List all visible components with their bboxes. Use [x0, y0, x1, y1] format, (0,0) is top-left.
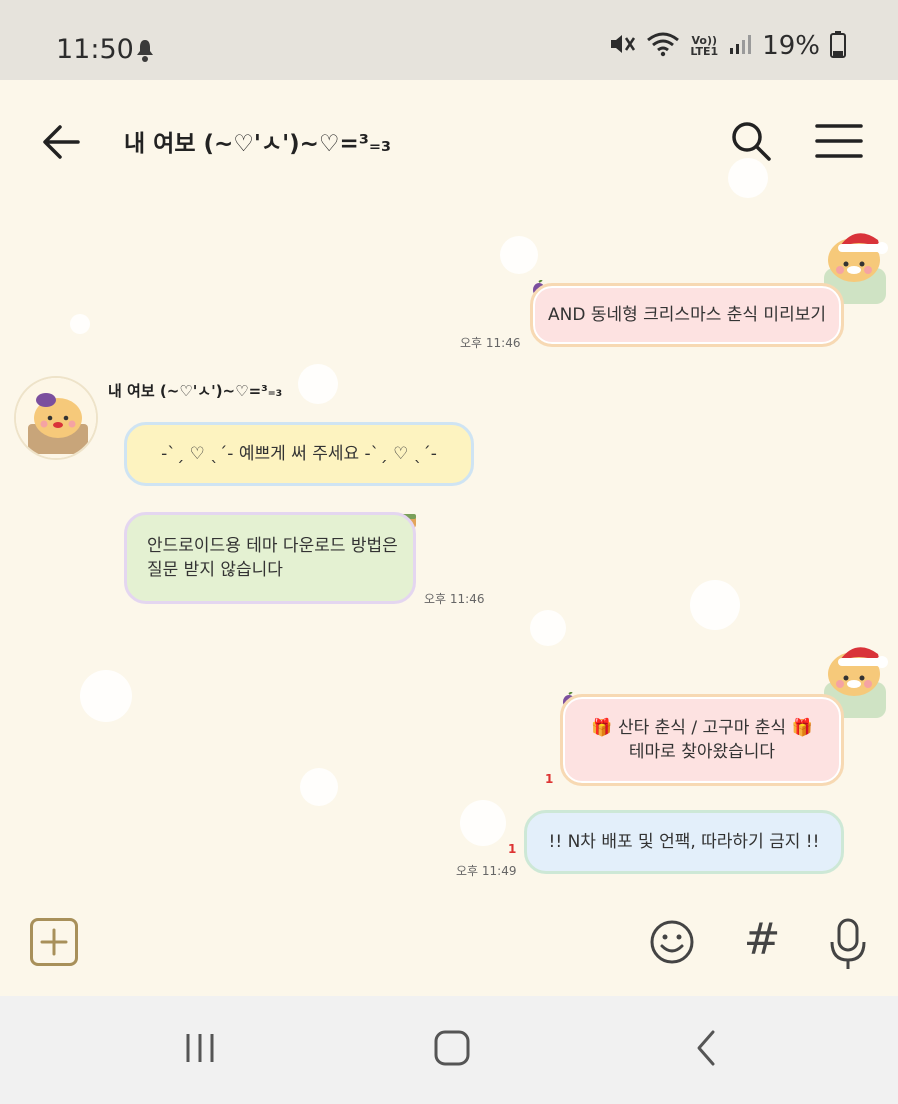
recents-button[interactable]: [180, 1028, 220, 1068]
message-text: !! N차 배포 및 언팩, 따라하기 금지 !!: [548, 832, 820, 852]
hashtag-button[interactable]: #: [740, 912, 784, 968]
microphone-button[interactable]: [826, 916, 870, 972]
unread-count: 1: [508, 842, 517, 856]
battery-percent: 19%: [762, 31, 820, 61]
search-button[interactable]: [728, 118, 774, 164]
status-bar: 11:50 Vo)) LTE1 19%: [0, 0, 898, 80]
home-button[interactable]: [432, 1028, 472, 1068]
snow-decoration: [460, 800, 506, 846]
chat-title: 내 여보 (~♡'ㅅ')~♡=³₌₃: [124, 131, 392, 157]
message-bubble[interactable]: 안드로이드용 테마 다운로드 방법은 질문 받지 않습니다: [124, 512, 416, 604]
signal-icon: [728, 32, 752, 60]
message-time: 오후 11:46: [424, 592, 485, 606]
unread-count: 1: [545, 772, 554, 786]
emoji-icon: [650, 920, 694, 964]
plus-icon: [40, 928, 68, 956]
message-text-line-1: 안드로이드용 테마 다운로드 방법은: [147, 536, 398, 556]
back-icon: [697, 1030, 715, 1066]
message-text: 🎁 산타 춘식 / 고구마 춘식 🎁 테마로 찾아왔습니다: [591, 716, 812, 764]
notification-icon: [134, 38, 156, 68]
menu-button[interactable]: [812, 118, 866, 164]
avatar[interactable]: [14, 376, 98, 460]
attach-button[interactable]: [30, 918, 78, 966]
home-icon: [434, 1030, 470, 1066]
snow-decoration: [500, 236, 538, 274]
message-text: 안드로이드용 테마 다운로드 방법은 질문 받지 않습니다: [147, 534, 398, 582]
profile-character-image: [16, 378, 96, 458]
back-button[interactable]: [38, 118, 88, 166]
snow-decoration: [70, 314, 90, 334]
snow-decoration: [80, 670, 132, 722]
network-label-bottom: LTE1: [690, 45, 719, 58]
message-bubble[interactable]: 🎁 산타 춘식 / 고구마 춘식 🎁 테마로 찾아왔습니다: [560, 694, 844, 786]
snow-decoration: [298, 364, 338, 404]
wifi-icon: [646, 31, 680, 61]
message-bubble[interactable]: !! N차 배포 및 언팩, 따라하기 금지 !!: [524, 810, 844, 874]
menu-icon: [815, 124, 863, 158]
mute-icon: [608, 32, 636, 60]
message-text-line-2: 질문 받지 않습니다: [147, 560, 283, 580]
message-text-line-2: 테마로 찾아왔습니다: [628, 742, 776, 762]
battery-icon: [830, 30, 846, 62]
search-icon: [732, 122, 771, 161]
nav-back-button[interactable]: [688, 1028, 728, 1068]
sender-name: 내 여보 (~♡'ㅅ')~♡=³₌₃: [108, 382, 283, 400]
microphone-icon: [830, 918, 866, 969]
status-right-group: Vo)) LTE1 19%: [608, 30, 846, 62]
emoji-button[interactable]: [648, 918, 696, 966]
message-text: -ˋˏ ♡ ˎˊ- 예쁘게 써 주세요 -ˋˏ ♡ ˎˊ-: [161, 444, 437, 464]
recents-icon: [186, 1034, 214, 1062]
snow-decoration: [300, 768, 338, 806]
network-indicator: Vo)) LTE1: [690, 35, 718, 57]
message-bubble[interactable]: -ˋˏ ♡ ˎˊ- 예쁘게 써 주세요 -ˋˏ ♡ ˎˊ-: [124, 422, 474, 486]
snow-decoration: [690, 580, 740, 630]
back-arrow-icon: [43, 125, 80, 159]
message-text-line-1: 🎁 산타 춘식 / 고구마 춘식 🎁: [591, 718, 813, 738]
message-time: 오후 11:46: [460, 336, 521, 350]
message-time: 오후 11:49: [456, 864, 517, 878]
message-bubble[interactable]: AND 동네형 크리스마스 춘식 미리보기: [530, 283, 844, 347]
message-text: AND 동네형 크리스마스 춘식 미리보기: [547, 305, 826, 325]
snow-decoration: [530, 610, 566, 646]
status-time: 11:50: [56, 34, 134, 65]
hashtag-icon: #: [743, 914, 781, 965]
